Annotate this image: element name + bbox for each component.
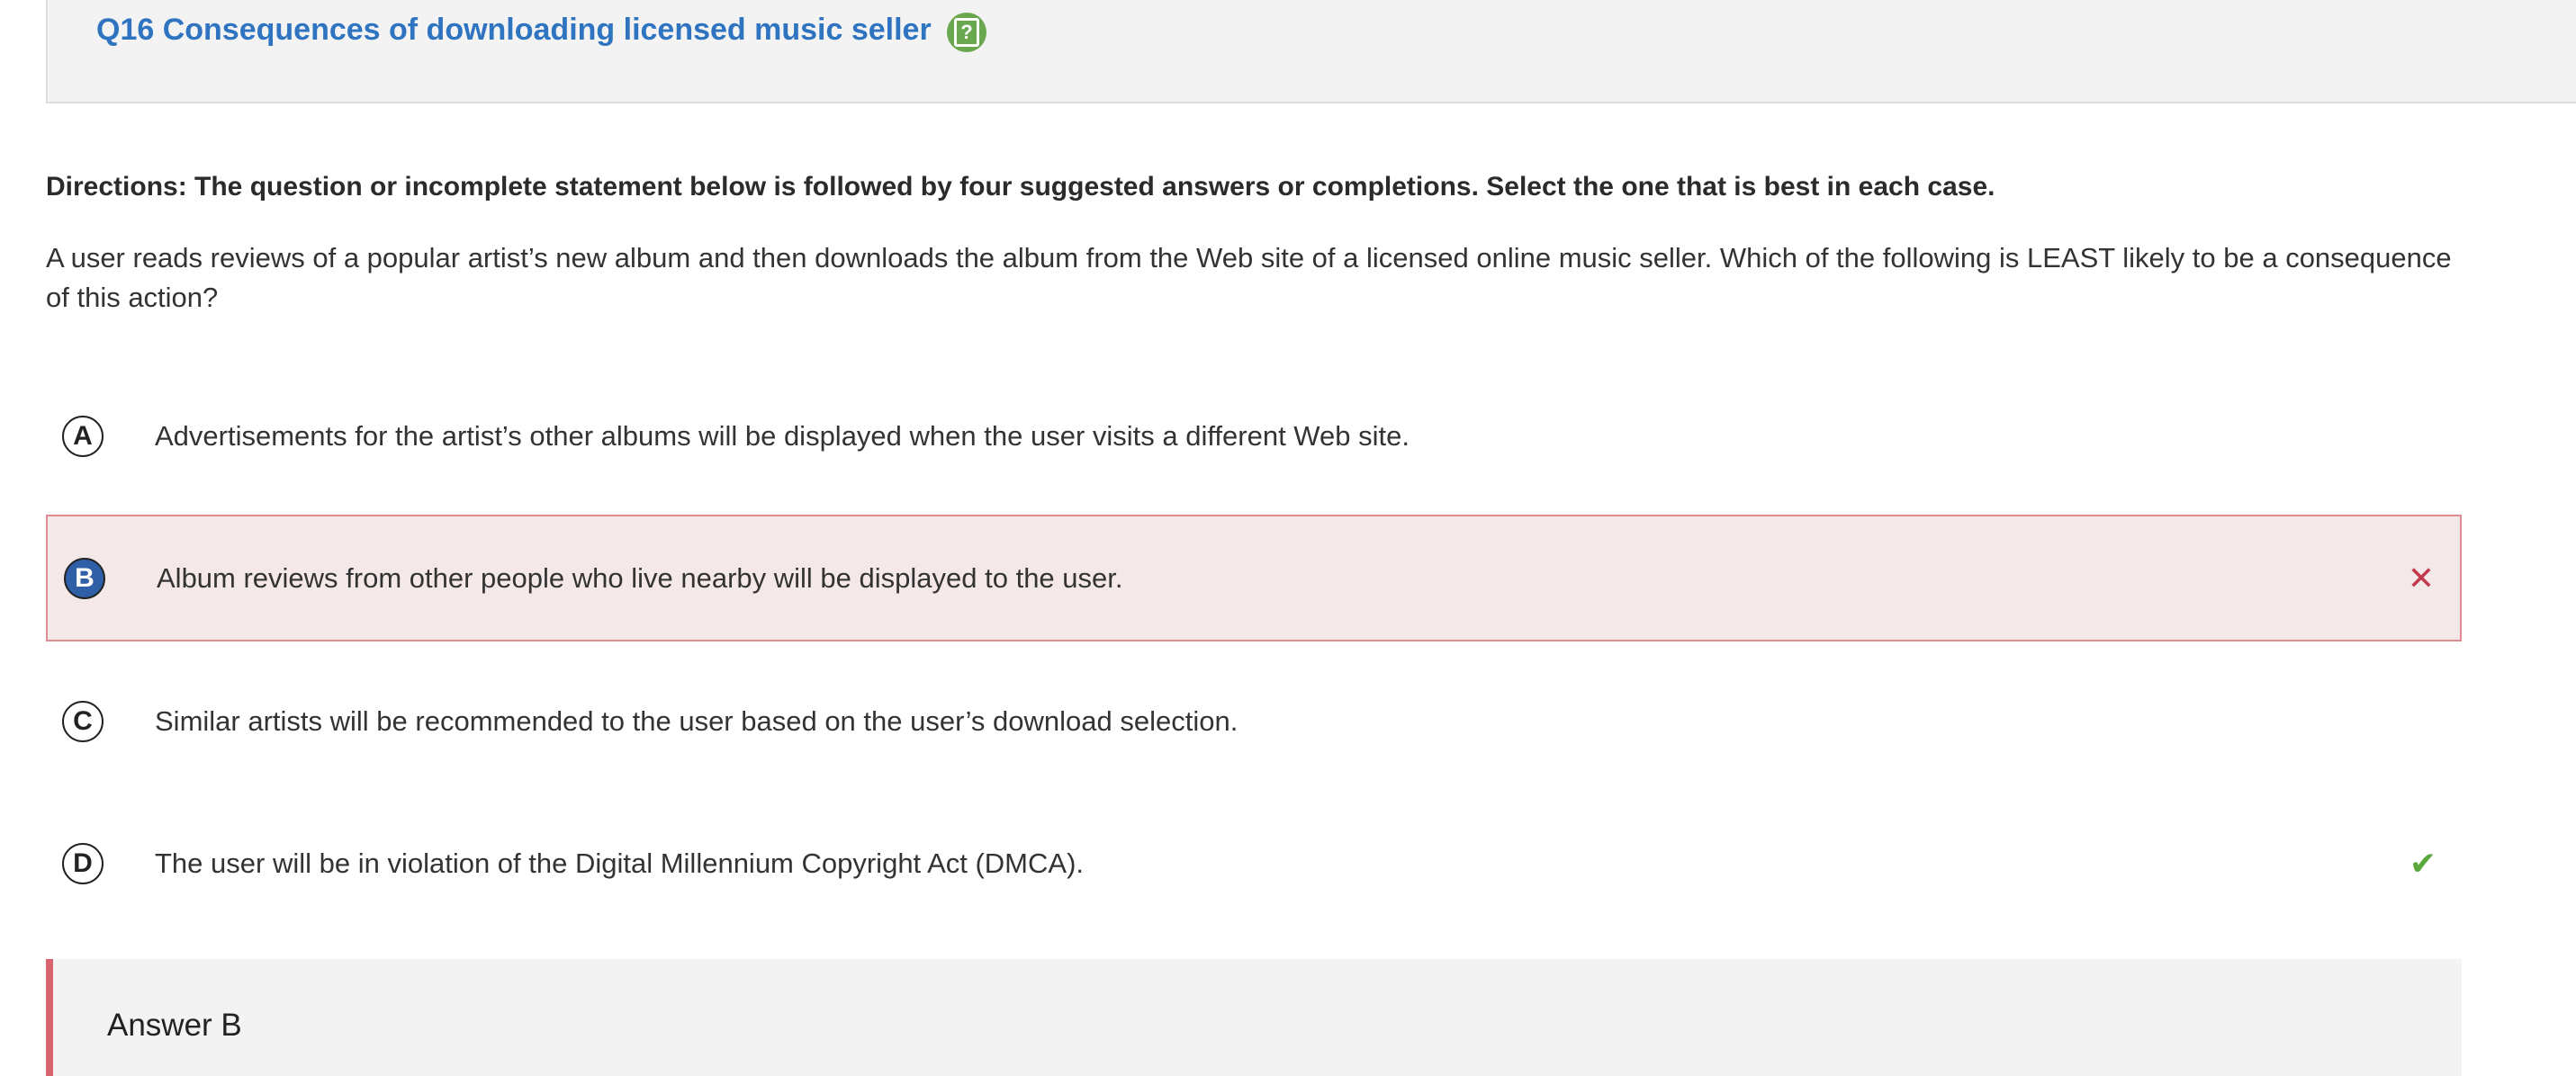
choice-d-letter[interactable]: D (62, 842, 104, 884)
question-mark-glyph: ? (954, 18, 979, 47)
answer-panel: Answer B (46, 959, 2462, 1076)
choice-b-text: Album reviews from other people who live… (157, 561, 1123, 594)
choice-c[interactable]: C Similar artists will be recommended to… (46, 658, 2462, 785)
question-stem: A user reads reviews of a popular artist… (46, 242, 2452, 313)
choice-a-letter[interactable]: A (62, 415, 104, 457)
choice-a-text: Advertisements for the artist’s other al… (155, 419, 1410, 452)
directions-text: Directions: The question or incomplete s… (46, 172, 1995, 202)
answer-label: Answer B (107, 1008, 242, 1043)
choice-b[interactable]: B Album reviews from other people who li… (46, 515, 2462, 641)
question-page: Q16 Consequences of downloading licensed… (0, 0, 2576, 1076)
correct-check-icon: ✔ (2409, 844, 2436, 882)
incorrect-x-icon: ✕ (2407, 559, 2435, 596)
choice-a[interactable]: A Advertisements for the artist’s other … (46, 372, 2462, 499)
choice-c-text: Similar artists will be recommended to t… (155, 704, 1238, 737)
question-title[interactable]: Q16 Consequences of downloading licensed… (96, 13, 932, 48)
choice-b-letter[interactable]: B (64, 557, 105, 599)
choice-d-text: The user will be in violation of the Dig… (155, 847, 1085, 879)
choice-d[interactable]: D The user will be in violation of the D… (46, 800, 2462, 927)
help-clipboard-icon[interactable]: ? (947, 13, 986, 52)
choice-c-letter[interactable]: C (62, 700, 104, 742)
